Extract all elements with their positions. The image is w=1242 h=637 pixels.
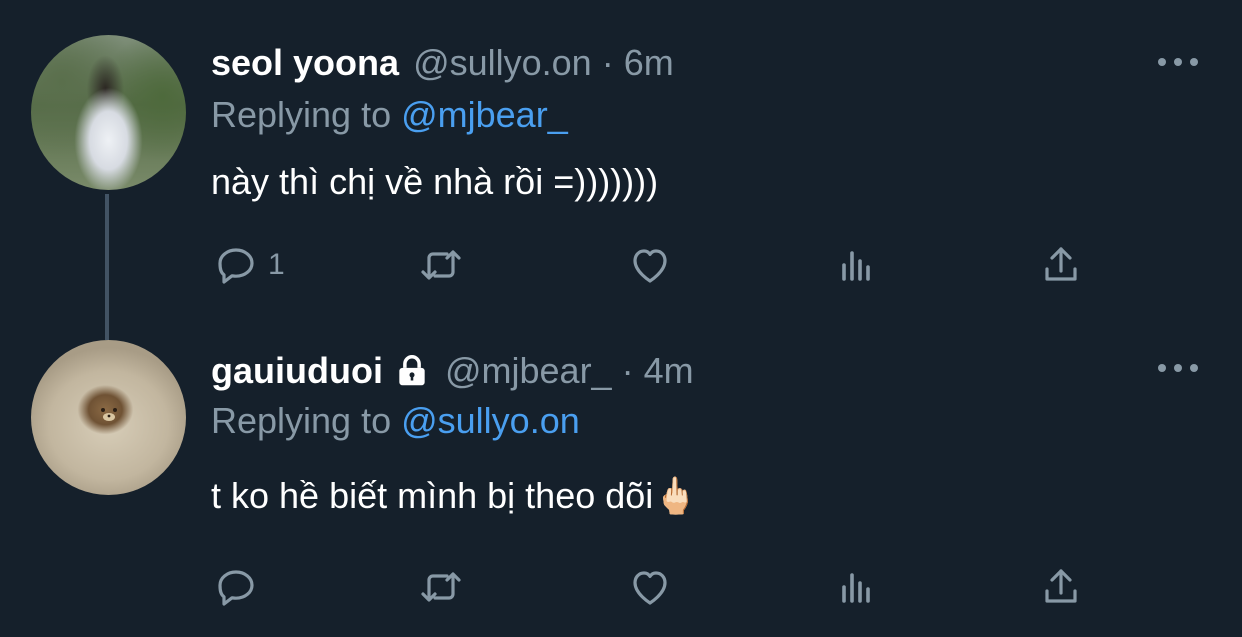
separator: · xyxy=(601,42,614,83)
tweet-header: seol yoona @sullyo.on · 6m xyxy=(211,42,674,84)
share-icon xyxy=(1045,569,1077,603)
more-icon[interactable] xyxy=(1158,360,1198,376)
retweet-button[interactable] xyxy=(417,562,465,612)
reply-button[interactable]: 1 xyxy=(212,240,285,290)
more-icon[interactable] xyxy=(1158,54,1198,70)
tweet-text: t ko hề biết mình bị theo dõi🖕🏻 xyxy=(211,475,699,516)
share-button[interactable] xyxy=(1037,562,1085,612)
action-bar xyxy=(0,562,1242,612)
retweet-icon xyxy=(421,572,461,602)
separator: · xyxy=(621,350,634,391)
reply-count: 1 xyxy=(268,248,285,281)
share-icon xyxy=(1045,247,1077,281)
display-name[interactable]: gauiuduoi xyxy=(211,350,383,392)
reply-icon xyxy=(218,570,254,606)
tweet-text: này thì chị về nhà rồi =))))))) xyxy=(211,161,659,202)
avatar[interactable] xyxy=(31,340,186,495)
analytics-icon xyxy=(842,251,870,281)
analytics-icon xyxy=(842,573,870,603)
share-button[interactable] xyxy=(1037,240,1085,290)
analytics-button[interactable] xyxy=(832,562,880,612)
reply-button[interactable] xyxy=(212,562,268,612)
replying-label: Replying to xyxy=(211,400,402,441)
user-handle[interactable]: @sullyo.on xyxy=(413,42,592,84)
retweet-icon xyxy=(421,250,461,280)
bear-image xyxy=(101,408,117,421)
mention-link[interactable]: @mjbear_ xyxy=(401,94,568,135)
like-button[interactable] xyxy=(626,562,674,612)
tweet[interactable]: gauiuduoi @mjbear_ · 4m Replying to @sul… xyxy=(0,330,1242,637)
timestamp[interactable]: 6m xyxy=(624,42,674,84)
avatar[interactable] xyxy=(31,35,186,190)
replying-to: Replying to @mjbear_ xyxy=(211,94,568,136)
like-button[interactable] xyxy=(626,240,674,290)
tweet-header: gauiuduoi @mjbear_ · 4m xyxy=(211,350,694,392)
timestamp[interactable]: 4m xyxy=(644,350,694,392)
lock-icon xyxy=(399,355,425,386)
replying-to: Replying to @sullyo.on xyxy=(211,400,580,442)
analytics-button[interactable] xyxy=(832,240,880,290)
action-bar: 1 xyxy=(0,240,1242,290)
reply-icon xyxy=(218,248,254,284)
thread-connector xyxy=(105,194,109,340)
replying-label: Replying to xyxy=(211,94,402,135)
user-handle[interactable]: @mjbear_ xyxy=(445,350,612,392)
mention-link[interactable]: @sullyo.on xyxy=(401,400,580,441)
like-icon xyxy=(633,249,667,283)
display-name[interactable]: seol yoona xyxy=(211,42,399,84)
like-icon xyxy=(633,571,667,605)
retweet-button[interactable] xyxy=(417,240,465,290)
tweet[interactable]: seol yoona @sullyo.on · 6m Replying to @… xyxy=(0,0,1242,330)
